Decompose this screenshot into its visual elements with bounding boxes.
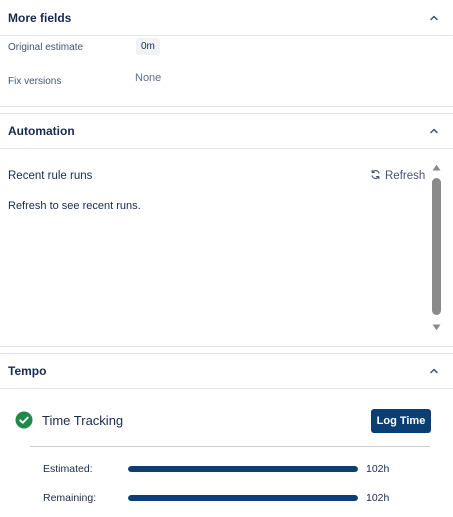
remaining-value: 102h xyxy=(366,492,390,504)
refresh-icon xyxy=(370,169,381,183)
estimated-label: Estimated: xyxy=(43,463,93,475)
refresh-label: Refresh xyxy=(385,170,426,182)
automation-scrollbar-thumb[interactable] xyxy=(432,178,441,315)
log-time-button[interactable]: Log Time xyxy=(371,409,431,433)
automation-title: Automation xyxy=(8,124,75,138)
remaining-progress-bar xyxy=(128,495,358,501)
more-fields-title: More fields xyxy=(8,10,72,25)
recent-rule-runs-label: Recent rule runs xyxy=(8,170,93,182)
original-estimate-label: Original estimate xyxy=(8,42,84,53)
section-divider xyxy=(0,106,453,107)
scroll-down-arrow[interactable] xyxy=(431,322,442,332)
fix-versions-label: Fix versions xyxy=(8,76,62,87)
fix-versions-value[interactable]: None xyxy=(135,72,161,84)
original-estimate-value[interactable]: 0m xyxy=(136,38,160,55)
section-divider xyxy=(0,346,453,347)
check-circle-icon xyxy=(15,411,33,429)
estimated-progress-bar xyxy=(128,466,358,472)
tempo-title: Tempo xyxy=(8,364,47,378)
recent-runs-empty-message: Refresh to see recent runs. xyxy=(8,200,141,212)
remaining-progress-fill xyxy=(128,495,358,501)
chevron-up-icon[interactable] xyxy=(427,124,441,138)
time-tracking-title: Time Tracking xyxy=(42,413,124,428)
automation-header[interactable]: Automation xyxy=(0,113,453,149)
remaining-label: Remaining: xyxy=(43,492,97,504)
chevron-up-icon[interactable] xyxy=(427,364,441,378)
estimated-value: 102h xyxy=(366,463,390,475)
chevron-up-icon[interactable] xyxy=(427,11,441,25)
time-tracking-divider xyxy=(30,446,430,447)
estimated-progress-fill xyxy=(128,466,358,472)
tempo-header[interactable]: Tempo xyxy=(0,353,453,389)
more-fields-header[interactable]: More fields xyxy=(0,0,453,36)
scroll-up-arrow[interactable] xyxy=(431,162,442,172)
refresh-button[interactable]: Refresh xyxy=(370,169,425,183)
